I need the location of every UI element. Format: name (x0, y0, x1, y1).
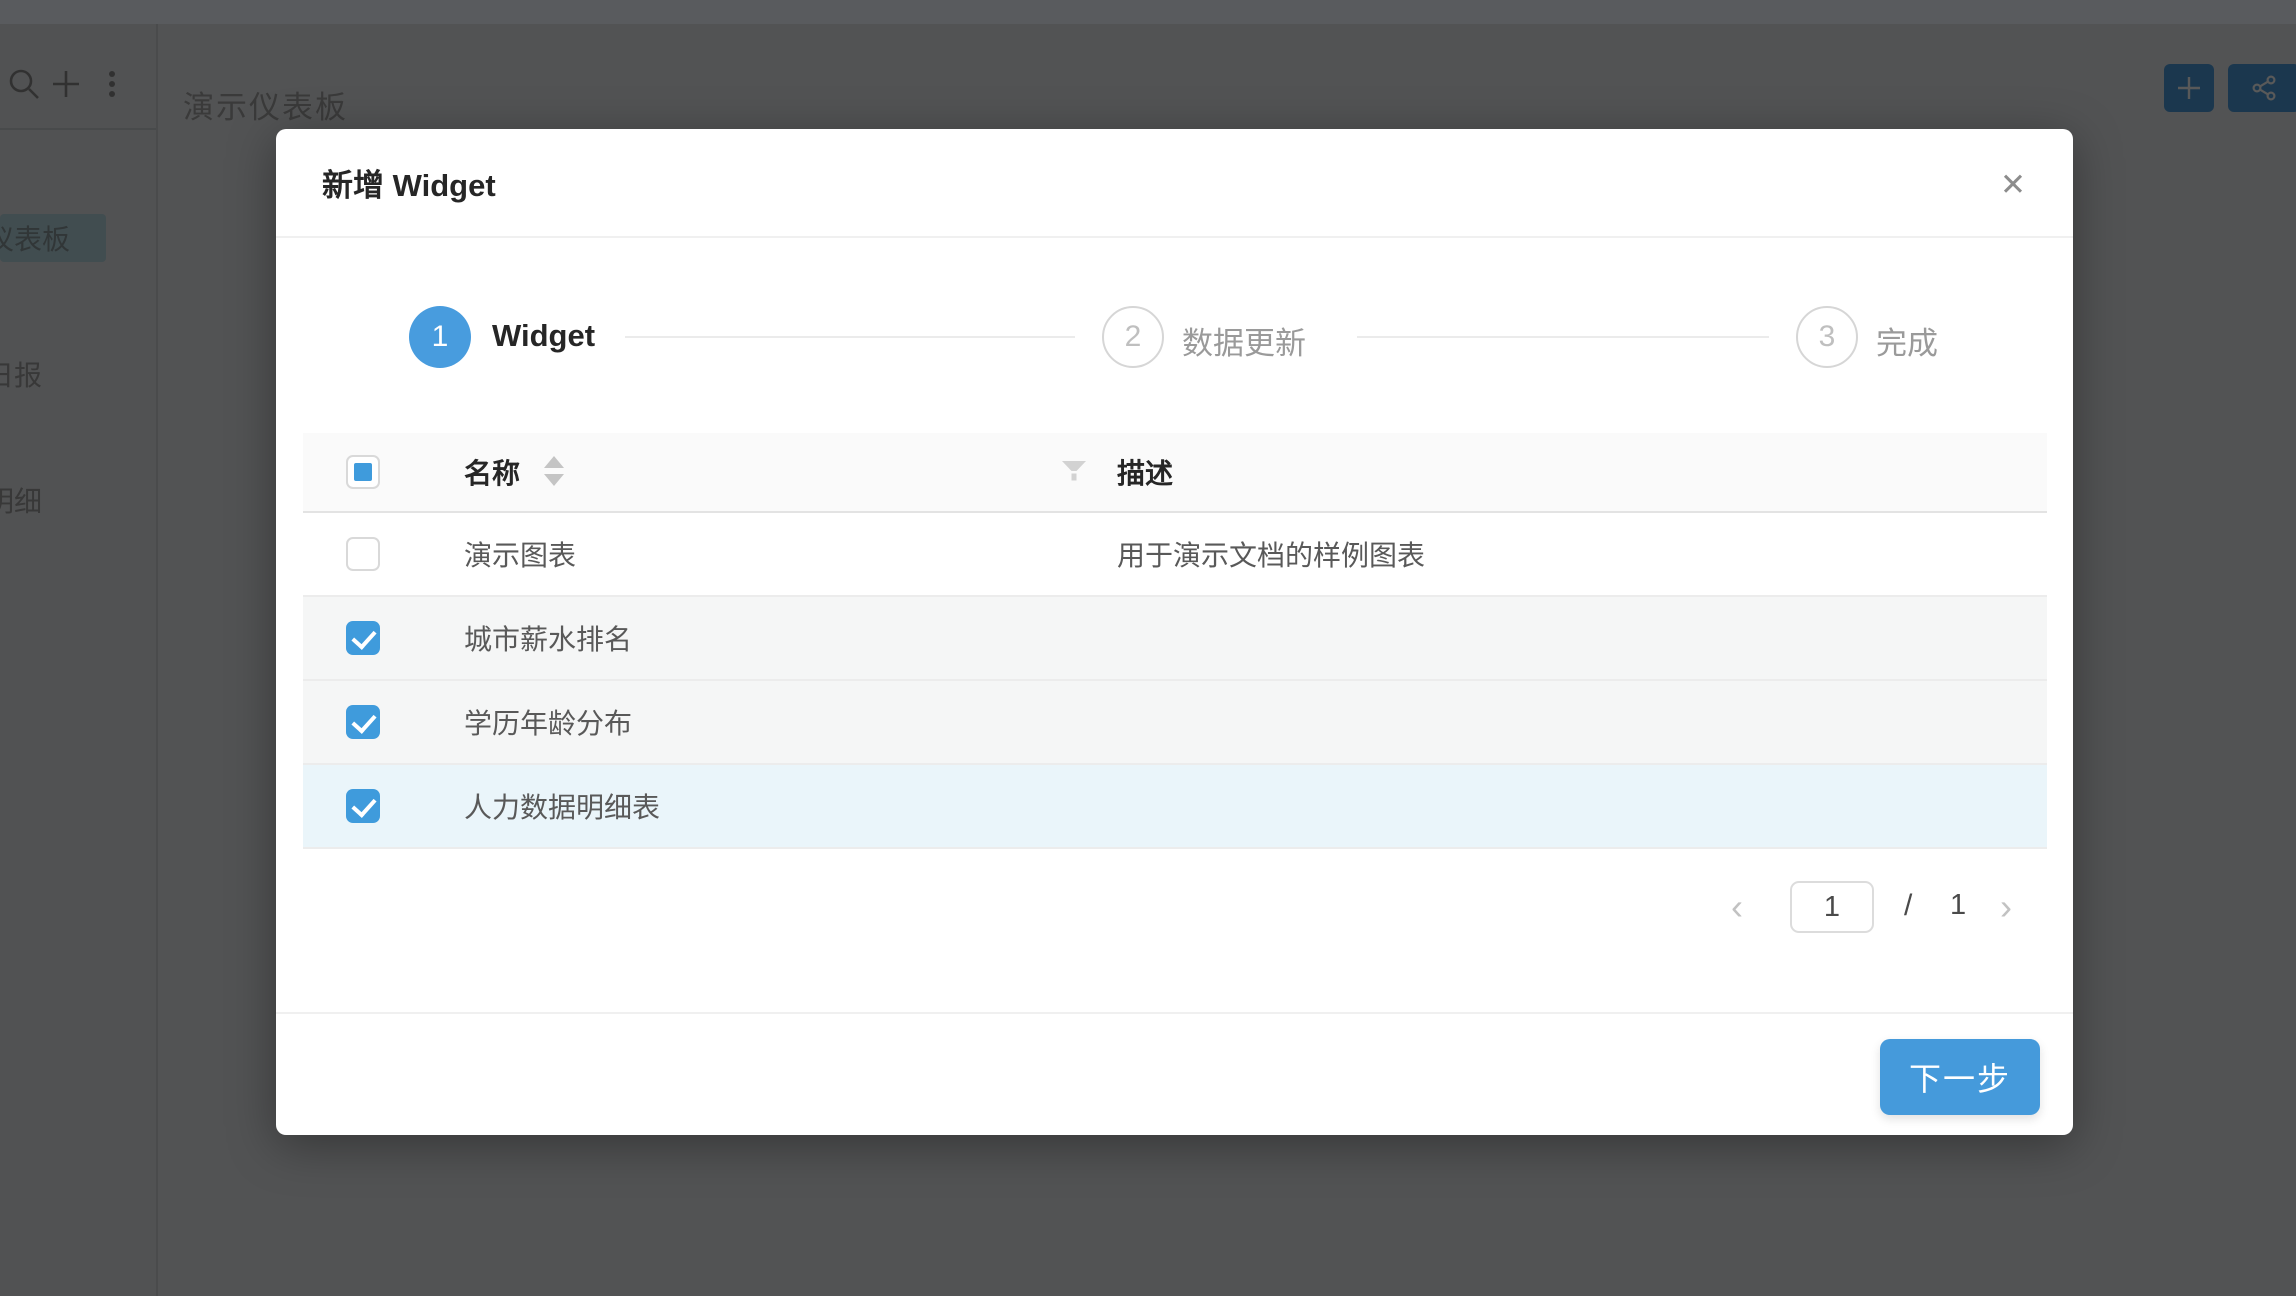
step-3-label: 完成 (1876, 318, 1938, 363)
modal-title: 新增 Widget (322, 160, 496, 205)
previous-page-icon[interactable]: ‹ (1731, 887, 1743, 927)
filter-icon[interactable] (1059, 457, 1089, 487)
close-icon[interactable]: ✕ (1993, 167, 2033, 207)
table-row[interactable]: 城市薪水排名 (303, 597, 2047, 681)
page-separator: / (1904, 889, 1912, 923)
modal-header: 新增 Widget ✕ (276, 129, 2073, 238)
row-checkbox[interactable] (346, 705, 380, 739)
step-3-circle: 3 (1796, 306, 1858, 368)
table-row[interactable]: 学历年龄分布 (303, 681, 2047, 765)
step-1-label: Widget (492, 318, 595, 354)
total-pages: 1 (1950, 889, 1966, 922)
step-1-circle: 1 (409, 306, 471, 368)
row-checkbox[interactable] (346, 621, 380, 655)
row-checkbox[interactable] (346, 537, 380, 571)
row-description: 用于演示文档的样例图表 (1117, 534, 1425, 574)
browser-chrome-strip (0, 0, 2296, 24)
next-step-button[interactable]: 下一步 (1880, 1039, 2040, 1115)
step-2-label: 数据更新 (1182, 318, 1306, 363)
row-checkbox[interactable] (346, 789, 380, 823)
column-header-name[interactable]: 名称 (464, 452, 520, 492)
row-name: 城市薪水排名 (464, 618, 632, 658)
table-row[interactable]: 人力数据明细表 (303, 765, 2047, 849)
page-number-input[interactable]: 1 (1790, 881, 1874, 933)
row-name: 演示图表 (464, 534, 576, 574)
pagination: ‹ 1 / 1 › (276, 881, 2047, 935)
step-connector (1357, 336, 1769, 338)
next-page-icon[interactable]: › (2000, 887, 2012, 927)
sort-icon[interactable] (544, 456, 564, 488)
row-name: 学历年龄分布 (464, 702, 632, 742)
table-header-row: 名称 描述 (303, 433, 2047, 513)
select-all-checkbox[interactable] (346, 455, 380, 489)
step-connector (625, 336, 1075, 338)
modal-footer: 下一步 (276, 1012, 2073, 1135)
row-name: 人力数据明细表 (464, 786, 660, 826)
step-2-circle: 2 (1102, 306, 1164, 368)
table-row[interactable]: 演示图表 用于演示文档的样例图表 (303, 513, 2047, 597)
add-widget-modal: 新增 Widget ✕ 1 Widget 2 数据更新 3 完成 名称 描述 (276, 129, 2073, 1135)
wizard-stepper: 1 Widget 2 数据更新 3 完成 (276, 306, 2073, 370)
widget-table: 名称 描述 演示图表 用于演示文档的样例图表 城市薪水排名 (303, 433, 2047, 849)
column-header-description: 描述 (1117, 452, 1173, 492)
